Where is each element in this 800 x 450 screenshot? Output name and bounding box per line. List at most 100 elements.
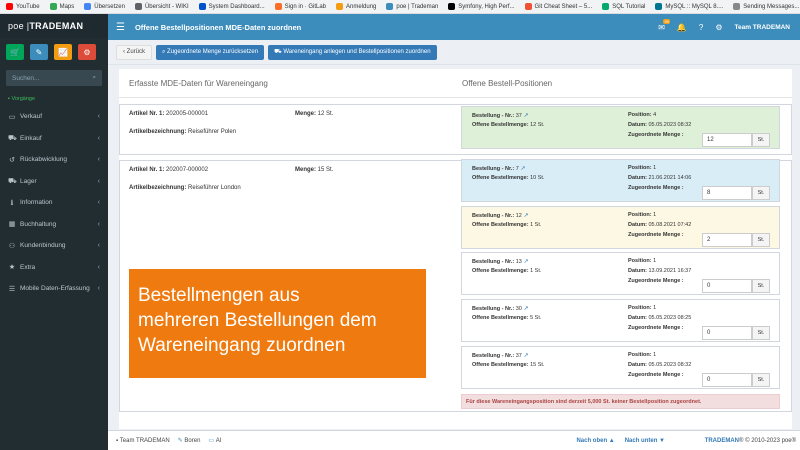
sidebar-item-kundenbindung[interactable]: ⚇ Kundenbindung ‹ [0,235,108,257]
external-link-icon[interactable]: ↗ [522,113,528,119]
external-link-icon[interactable]: ↗ [519,166,525,172]
back-button[interactable]: ‹ Zurück [116,44,153,60]
sidebar-item-label: Extra [20,263,36,271]
settings-icon[interactable]: ⚙ [715,23,722,32]
order-position-label: Position: [628,305,652,311]
search-input[interactable]: Suchen... ⌕ [6,70,102,86]
bookmark-favicon-icon [524,3,532,10]
order-date-label: Datum: [628,315,647,321]
bookmark-item[interactable]: Git Cheat Sheet – 5... [524,3,592,10]
order-position: Position: 1 [628,305,656,311]
assigned-quantity-input[interactable]: 0 [702,326,752,340]
sidebar-item-label: Kundenbindung [20,242,66,250]
external-link-icon[interactable]: ↗ [522,306,528,312]
chart-icon[interactable]: 📈 [54,44,72,60]
footer-copy: ® © 2010-2023 poe® [739,437,796,444]
team-name[interactable]: Team TRADEMAN [735,24,791,31]
logo-text: poe | [8,21,30,31]
order-open-amount-value: 5 St. [530,315,542,321]
bookmark-item[interactable]: Anmeldung [336,3,376,10]
bookmark-label: Anmeldung [346,3,377,10]
order-date: Datum: 13.09.2021 16:37 [628,268,691,274]
bookmark-item[interactable]: Sending Messages... [733,3,799,10]
sidebar-item-einkauf[interactable]: ⛟ Einkauf ‹ [0,128,108,150]
mail-icon[interactable]: ✉ 99 [658,18,670,32]
unit-addon: St. [752,373,770,387]
bookmark-favicon-icon [386,3,394,10]
users-gear-icon[interactable]: ⚙ [78,44,96,60]
footer-ai-icon: ▭ [208,438,216,444]
order-position: Position: 1 [628,165,656,171]
create-receipt-button[interactable]: ⛟ Wareneingang anlegen und Bestellpositi… [268,44,437,60]
bookmark-item[interactable]: Sign in · GitLab [274,3,326,10]
bookmark-favicon-icon [602,3,610,10]
calculator-icon: ▦ [8,221,16,229]
bookmark-favicon-icon [448,3,456,10]
order-date-value: 05.05.2023 08:25 [648,315,692,321]
sidebar-item-label: Buchhaltung [20,220,57,228]
sidebar-item-buchhaltung[interactable]: ▦ Buchhaltung ‹ [0,214,108,236]
bookmark-item[interactable]: Übersetzen [84,3,125,10]
order-card: Bestellung - Nr.: 13 ↗ Offene Bestellmeng… [461,252,780,295]
footer-boren[interactable]: Boren [184,438,200,444]
article-designation: Artikelbezeichnung: Reiseführer Polen [129,129,236,135]
article-designation: Artikelbezeichnung: Reiseführer London [129,185,241,191]
order-assigned-label-label: Zugeordnete Menge : [628,372,684,378]
bookmark-item[interactable]: SQL Tutorial [602,3,645,10]
bookmark-item[interactable]: Übersicht - WIKI [134,3,189,10]
bookmark-item[interactable]: System Dashboard... [198,3,265,10]
order-position-value: 1 [653,165,657,171]
assigned-quantity-input[interactable]: 0 [702,373,752,387]
hamburger-icon[interactable]: ☰ [116,22,125,33]
scroll-up-link[interactable]: Nach oben ▲ [576,438,614,444]
help-icon[interactable]: ? [699,23,703,32]
external-link-icon[interactable]: ↗ [522,353,528,359]
bookmark-favicon-icon [336,3,344,10]
order-number: Bestellung - Nr.: 30 ↗ [472,305,529,312]
sidebar-status: ▪ Vorgänge [0,94,108,106]
sidebar-item-information[interactable]: ℹ Information ‹ [0,192,108,214]
external-link-icon[interactable]: ↗ [522,213,528,219]
bookmark-favicon-icon [198,3,206,10]
bookmark-item[interactable]: poe | Trademan [386,3,438,10]
external-link-icon[interactable]: ↗ [522,259,528,265]
cart-icon[interactable]: 🛒 [6,44,24,60]
sidebar-item-content: ⛟ Lager [8,177,37,186]
assigned-quantity-input[interactable]: 0 [702,279,752,293]
order-open-amount: Offene Bestellmenge: 12 St. [472,122,544,128]
assigned-quantity-input[interactable]: 2 [702,233,752,247]
assigned-quantity-input[interactable]: 12 [702,133,752,147]
pencil-icon[interactable]: ✎ [30,44,48,60]
chevron-left-icon: ‹ [97,156,100,164]
reset-assigned-button[interactable]: ⌕ Zugeordnete Menge zurücksetzen [156,44,265,60]
order-position-label: Position: [628,112,652,118]
sidebar-item-verkauf[interactable]: ▭ Verkauf ‹ [0,106,108,128]
sidebar-item-extra[interactable]: ★ Extra ‹ [0,257,108,279]
bookmark-label: Maps [59,3,75,10]
order-open-amount: Offene Bestellmenge: 1 St. [472,268,541,274]
sidebar-item-rückabwicklung[interactable]: ↺ Rückabwicklung ‹ [0,149,108,171]
sidebar-item-label: Verkauf [20,113,43,121]
sidebar-item-label: Information [20,199,53,207]
bookmark-label: Übersicht - WIKI [144,3,189,10]
order-number: Bestellung - Nr.: 12 ↗ [472,212,529,219]
chevron-left-icon: ‹ [97,134,100,142]
order-number: Bestellung - Nr.: 37 ↗ [472,352,529,359]
scroll-down-link[interactable]: Nach unten ▼ [625,438,665,444]
sidebar-item-lager[interactable]: ⛟ Lager ‹ [0,171,108,193]
sidebar-item-content: ⚇ Kundenbindung [8,242,66,250]
chevron-left-icon: ‹ [97,113,100,121]
sidebar-item-mobile-daten-erfassung[interactable]: ☰ Mobile Daten-Erfassung ‹ [0,278,108,300]
bookmark-item[interactable]: Symfony, High Perf... [448,3,515,10]
assigned-quantity-input[interactable]: 8 [702,186,752,200]
order-open-amount-label: Offene Bestellmenge: [472,362,529,368]
footer: ▪ Team TRADEMAN ✎ Boren ▭ AI Nach oben ▲… [108,430,800,450]
order-position-label: Position: [628,352,652,358]
bookmark-item[interactable]: Maps [49,3,75,10]
bell-icon[interactable]: 🔔 [677,23,687,32]
order-card: Bestellung - Nr.: 37 ↗ Offene Bestellmeng… [461,106,780,149]
bookmark-favicon-icon [274,3,282,10]
footer-ai[interactable]: AI [216,438,222,444]
bookmark-item[interactable]: MySQL :: MySQL 8.... [655,3,723,10]
bookmark-item[interactable]: YouTube [6,3,40,10]
